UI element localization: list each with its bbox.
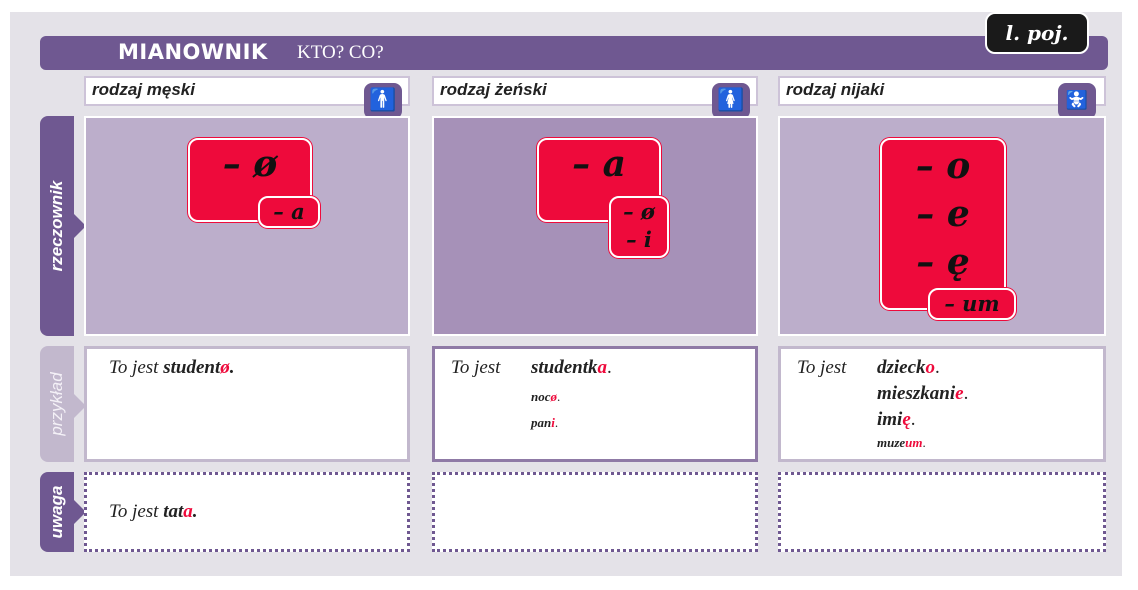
child-icon: 🚼 [1058, 83, 1096, 119]
row-tab-example: przykład [40, 346, 74, 462]
ending-3: – ę [916, 241, 970, 283]
note-cell-neuter [778, 472, 1106, 552]
case-title: MIANOWNIK [118, 40, 268, 64]
ending-alt-2: – i [626, 227, 652, 252]
ending-box-alt: – um [928, 288, 1016, 320]
gender-header-masculine: rodzaj męski 🚹 [84, 76, 410, 119]
ending-box-main: – o – e – ę [880, 138, 1006, 310]
gender-label: rodzaj nijaki [786, 80, 885, 99]
gender-label: rodzaj męski [92, 80, 195, 99]
ending-1: – o [915, 145, 971, 187]
gender-label: rodzaj żeński [440, 80, 547, 99]
number-badge: l. poj. [985, 12, 1089, 54]
row-label-note: uwaga [47, 485, 66, 539]
example-cell-masculine: To jest studentø. [84, 346, 410, 462]
note-cell-masculine: To jest tata. [84, 472, 410, 552]
ending-box-alt: – a [258, 196, 320, 228]
note-sentence: To jest tata. [109, 501, 198, 522]
example-word: pani. [531, 415, 559, 430]
example-word: imię. [877, 409, 916, 430]
gender-header-neuter: rodzaj nijaki 🚼 [778, 76, 1106, 119]
example-intro: To jest [797, 357, 847, 378]
example-word: nocø. [531, 389, 561, 404]
row-label-example: przykład [47, 372, 66, 436]
example-word: dziecko. [877, 357, 940, 378]
ending-box-alt: – ø – i [609, 196, 669, 258]
note-cell-feminine [432, 472, 758, 552]
case-question: KTO? CO? [297, 42, 384, 63]
example-word: mieszkanie. [877, 383, 969, 404]
example-intro: To jest [451, 357, 501, 378]
row-tab-noun: rzeczownik [40, 116, 74, 336]
row-tab-note: uwaga [40, 472, 74, 552]
ending-2: – e [916, 193, 970, 235]
example-word: studentka. [531, 357, 612, 378]
example-cell-neuter: To jest dziecko. mieszkanie. imię. muzeu… [778, 346, 1106, 462]
example-cell-feminine: To jest studentka. nocø. pani. [432, 346, 758, 462]
woman-icon: 🚺 [712, 83, 750, 119]
example-sentence: To jest studentø. [109, 357, 235, 378]
header-bar: MIANOWNIK KTO? CO? [40, 36, 1108, 70]
row-label-noun: rzeczownik [47, 180, 66, 272]
gender-header-feminine: rodzaj żeński 🚺 [432, 76, 758, 119]
ending-alt-1: – ø [623, 199, 655, 224]
example-word: muzeum. [877, 435, 926, 450]
man-icon: 🚹 [364, 83, 402, 119]
